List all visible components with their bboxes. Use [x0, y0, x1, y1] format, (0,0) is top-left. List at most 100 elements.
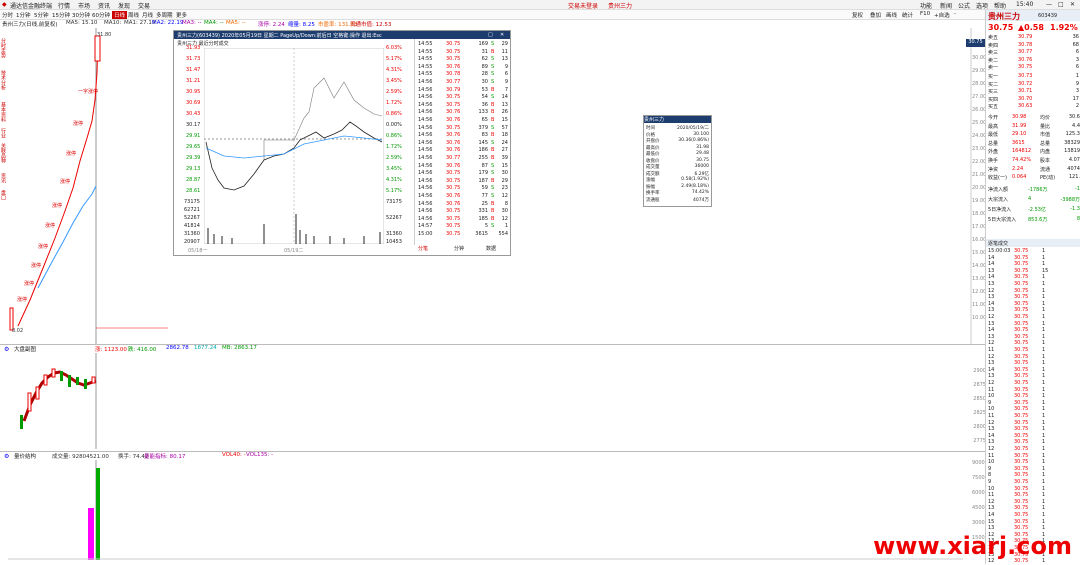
- menu-zixun[interactable]: 资讯: [98, 1, 110, 10]
- left-tab[interactable]: 盘口: [0, 190, 7, 200]
- flow-row: 大宗流入 4 -3988万: [986, 196, 1080, 203]
- left-tab[interactable]: 分时走势: [0, 38, 7, 58]
- left-tab[interactable]: 技术分析: [0, 70, 7, 90]
- period-daily[interactable]: 日线: [112, 11, 128, 19]
- high-price-label: 31.80: [97, 32, 112, 38]
- info-key: 成交量: [646, 165, 660, 170]
- tick-price: 30.75: [446, 101, 461, 108]
- popup-restore-icon[interactable]: □: [488, 32, 493, 38]
- maximize-icon[interactable]: □: [1058, 1, 1064, 8]
- bid-row[interactable]: 买二 30.72 9: [986, 81, 1080, 88]
- menu-jiaoyi[interactable]: 交易: [138, 1, 150, 10]
- menu-xuanxiang[interactable]: 选项: [976, 1, 988, 10]
- gear-icon[interactable]: ⚙: [4, 453, 9, 460]
- tick-price: 30.75: [1014, 472, 1029, 479]
- y-axis-tick: 14.00: [972, 263, 987, 269]
- period-1min[interactable]: 1分钟: [16, 11, 31, 19]
- menu-gongshi[interactable]: 公式: [958, 1, 970, 10]
- tick-volume: 31: [481, 48, 488, 55]
- y-axis-tick: 25.00: [972, 120, 987, 126]
- menu-faxian[interactable]: 发现: [118, 1, 130, 10]
- btn-shuju[interactable]: 数据: [486, 245, 496, 252]
- tick-volume: 1: [1042, 439, 1046, 446]
- tool-fuquan[interactable]: 复权: [852, 11, 863, 19]
- limit-up-annotation: 涨停: [24, 281, 35, 287]
- btn-fenbi[interactable]: 分笔: [418, 245, 428, 252]
- period-30min[interactable]: 30分钟: [72, 11, 90, 19]
- tick-time: 14: [988, 274, 995, 281]
- tick-price: 30.75: [1014, 248, 1029, 254]
- tick-price: 30.75: [1014, 406, 1029, 413]
- popup-titlebar[interactable]: 贵州三力(603439) 2020年05月19日 星期二 PageUp/Down…: [174, 31, 510, 39]
- bid-row[interactable]: 买五 30.63 2: [986, 103, 1080, 110]
- tick-time: 12: [988, 498, 995, 505]
- tick-count: 6: [504, 71, 508, 78]
- tool-add-favorite[interactable]: +自选: [934, 11, 950, 19]
- tick-time: 11: [988, 492, 995, 499]
- bid-row[interactable]: 买三 30.71 3: [986, 88, 1080, 95]
- tick-price: 30.77: [446, 155, 461, 161]
- bid-row[interactable]: 买一 30.73 1: [986, 73, 1080, 80]
- tick-price: 30.75: [1014, 498, 1029, 505]
- gear-icon[interactable]: ⚙: [4, 346, 9, 353]
- period-15min[interactable]: 15分钟: [52, 11, 70, 19]
- pct-axis-tick: 6.03%: [386, 45, 402, 51]
- btn-fenzhong[interactable]: 分钟: [454, 245, 464, 252]
- period-fenshi[interactable]: 分时: [2, 11, 13, 19]
- period-weekly[interactable]: 周线: [128, 11, 139, 19]
- tick-volume: 1: [1042, 432, 1046, 439]
- tool-huaxian[interactable]: 画线: [886, 11, 897, 19]
- bar-info-box[interactable]: 贵州三力 时间 2020/05/19/二 价格 30.100 开盘价 30.36(0.86…: [643, 115, 712, 207]
- ask-row[interactable]: 卖三 30.77 6: [986, 49, 1080, 56]
- intraday-popup-window[interactable]: 贵州三力(603439) 2020年05月19日 星期二 PageUp/Down…: [173, 30, 511, 256]
- login-status[interactable]: 交易未登录: [568, 1, 598, 10]
- tick-price: 30.79: [446, 86, 461, 93]
- subchart1-title: 大盘副图: [14, 347, 37, 353]
- y-axis-tick: 75000: [972, 475, 988, 481]
- ask-row[interactable]: 卖四 30.78 68: [986, 42, 1080, 49]
- menu-bangzhu[interactable]: 帮助: [994, 1, 1006, 10]
- tick-volume: 1: [1042, 512, 1046, 518]
- menu-gongneng[interactable]: 功能: [920, 1, 932, 10]
- tick-count: 27: [501, 147, 508, 154]
- close-icon[interactable]: ✕: [1070, 1, 1075, 8]
- price-summary: 30.75 ▲0.58 1.92%: [986, 23, 1080, 33]
- left-tab[interactable]: 行业: [0, 128, 7, 138]
- tool-diejia[interactable]: 叠加: [870, 11, 881, 19]
- tick-volume: 1: [1042, 498, 1046, 505]
- popup-close-icon[interactable]: ✕: [500, 32, 504, 38]
- period-monthly[interactable]: 月线: [142, 11, 153, 19]
- ask-row[interactable]: 卖一 30.75 6: [986, 64, 1080, 71]
- menu-hangqing[interactable]: 行情: [58, 1, 70, 10]
- bid-row[interactable]: 买四 30.70 17: [986, 96, 1080, 103]
- period-more[interactable]: 更多: [176, 11, 187, 19]
- tick-side: S: [491, 193, 495, 199]
- left-tab[interactable]: 资讯: [0, 173, 7, 183]
- tick-side: S: [491, 139, 495, 146]
- left-tab[interactable]: 关联品种: [0, 143, 7, 163]
- tick-count: 12: [501, 215, 508, 222]
- tool-f10[interactable]: F10: [920, 11, 930, 17]
- tick-time: 9: [988, 399, 992, 406]
- tool-tongji[interactable]: 统计: [902, 11, 913, 19]
- info-row: 换手率 74.42%: [646, 190, 709, 196]
- period-5min[interactable]: 5分钟: [34, 11, 49, 19]
- menu-xinwen[interactable]: 新闻: [940, 1, 952, 10]
- infobox-title[interactable]: 贵州三力: [644, 116, 711, 123]
- stat-value: 121.: [1068, 174, 1080, 181]
- left-tab[interactable]: 基本资料: [0, 102, 7, 122]
- tool-remove-favorite[interactable]: -: [954, 11, 956, 17]
- limit-up-annotation: 涨停: [17, 297, 28, 303]
- menu-shichang[interactable]: 市场: [78, 1, 90, 10]
- ask-row[interactable]: 卖五 30.79 36: [986, 34, 1080, 41]
- tick-count: 18: [501, 132, 508, 139]
- chart-label: 贵州三力(日线,前复权): [2, 22, 58, 28]
- info-value: 4074万: [693, 197, 709, 203]
- period-multi[interactable]: 多周期: [156, 11, 173, 19]
- tick-volume: 133: [478, 109, 488, 116]
- minimize-icon[interactable]: —: [1046, 1, 1052, 8]
- period-60min[interactable]: 60分钟: [92, 11, 110, 19]
- tick-side: B: [491, 200, 495, 207]
- tick-price: 30.76: [446, 117, 461, 123]
- ask-row[interactable]: 卖二 30.76 3: [986, 57, 1080, 64]
